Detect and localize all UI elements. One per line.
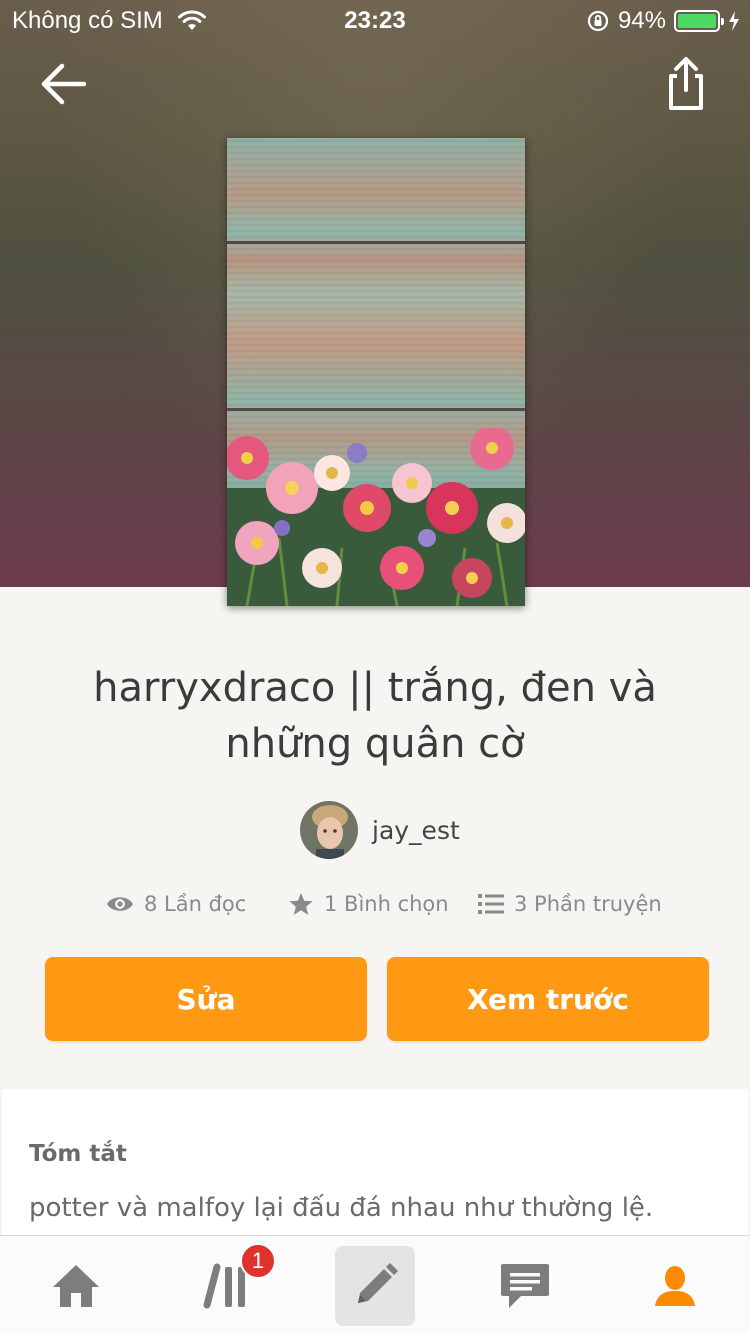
list-icon bbox=[478, 894, 504, 914]
parts-stat: 3 Phần truyện bbox=[478, 892, 662, 916]
avatar[interactable] bbox=[300, 801, 358, 859]
share-icon bbox=[669, 57, 703, 110]
story-stats: 8 Lần đọc 1 Bình chọn 3 Phần truyện bbox=[0, 892, 750, 928]
summary-heading: Tóm tắt bbox=[29, 1141, 127, 1167]
battery-icon bbox=[674, 10, 724, 32]
orientation-lock-icon bbox=[587, 10, 609, 32]
summary-text: potter và malfoy lại đấu đá nhau như thư… bbox=[29, 1193, 654, 1223]
tab-write[interactable] bbox=[335, 1246, 415, 1326]
votes-count: 1 Bình chọn bbox=[324, 892, 449, 916]
votes-stat: 1 Bình chọn bbox=[288, 892, 449, 916]
back-button[interactable] bbox=[38, 60, 90, 108]
tab-profile[interactable] bbox=[635, 1246, 715, 1326]
author-link[interactable]: jay_est bbox=[300, 800, 460, 860]
home-icon bbox=[53, 1265, 99, 1307]
profile-icon bbox=[655, 1266, 695, 1306]
library-badge: 1 bbox=[240, 1243, 276, 1279]
arrow-left-icon bbox=[41, 63, 87, 105]
tab-home[interactable] bbox=[36, 1246, 116, 1326]
tab-messages[interactable] bbox=[485, 1246, 565, 1326]
chat-icon bbox=[501, 1264, 549, 1308]
reads-count: 8 Lần đọc bbox=[144, 892, 247, 916]
eye-icon bbox=[107, 897, 133, 911]
story-cover bbox=[227, 138, 525, 606]
share-button[interactable] bbox=[662, 56, 710, 112]
status-bar: Không có SIM 23:23 94% bbox=[0, 0, 750, 40]
story-title: harryxdraco || trắng, đen và những quân … bbox=[93, 665, 657, 767]
flowers-illustration bbox=[227, 428, 525, 606]
preview-button[interactable]: Xem trước bbox=[387, 957, 709, 1041]
battery-percent: 94% bbox=[617, 7, 666, 34]
author-name[interactable]: jay_est bbox=[372, 816, 460, 845]
summary-section: Tóm tắt potter và malfoy lại đấu đá nhau… bbox=[2, 1089, 748, 1235]
charging-icon bbox=[729, 11, 739, 31]
edit-button[interactable]: Sửa bbox=[45, 957, 367, 1041]
bottom-nav bbox=[0, 1235, 750, 1334]
pencil-icon bbox=[358, 1263, 398, 1303]
star-icon bbox=[289, 893, 313, 915]
parts-count: 3 Phần truyện bbox=[514, 892, 662, 916]
reads-stat: 8 Lần đọc bbox=[106, 892, 246, 916]
